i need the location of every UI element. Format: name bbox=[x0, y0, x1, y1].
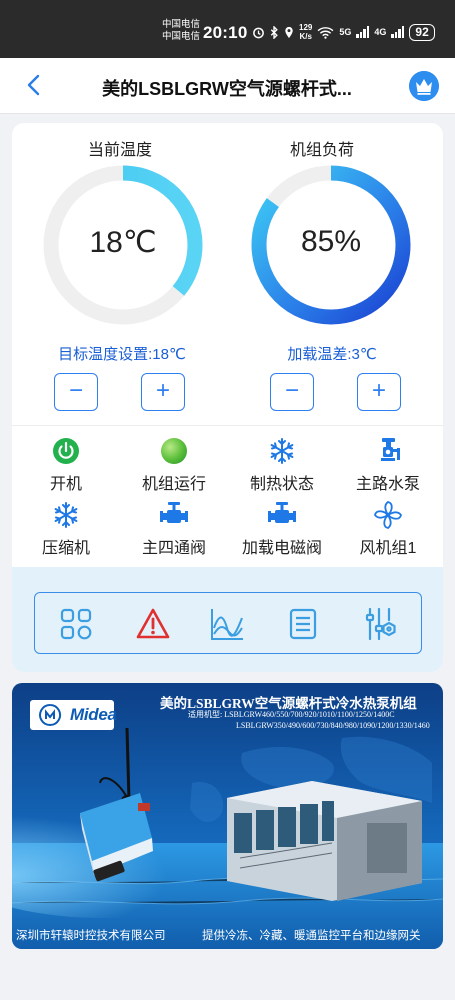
network-speed: 129 K/s bbox=[299, 23, 312, 41]
product-banner[interactable]: Midea 美的LSBLGRW空气源螺杆式冷水热泵机组 适用机型: LSBLGR… bbox=[12, 683, 443, 949]
signal-icon-2 bbox=[391, 26, 405, 38]
running-indicator-icon bbox=[161, 438, 187, 464]
banner-models-line-1: 适用机型: LSBLGRW460/550/700/920/1010/1100/1… bbox=[188, 710, 395, 719]
banner-company: 深圳市轩辕时控技术有限公司 bbox=[16, 930, 166, 942]
status-label-heating: 制热状态 bbox=[249, 476, 314, 493]
location-icon bbox=[285, 26, 293, 38]
settings-button[interactable] bbox=[362, 606, 398, 642]
midea-logo-icon bbox=[39, 704, 62, 726]
function-toolbar bbox=[34, 592, 422, 654]
brand-logo: Midea bbox=[30, 700, 117, 730]
carrier-label-1: 中国电信 bbox=[162, 19, 201, 30]
target-temp-setting-label: 目标温度设置:18℃ bbox=[58, 346, 186, 363]
grid-icon bbox=[60, 608, 92, 640]
target-temp-increase-button[interactable]: + bbox=[141, 373, 185, 411]
status-item-compressor: 压缩机 bbox=[16, 500, 116, 558]
carrier-info: 中国电信 中国电信 bbox=[162, 19, 200, 43]
clock: 20:10 bbox=[203, 23, 248, 42]
status-item-loading-solenoid: 加载电磁阀 bbox=[232, 500, 332, 558]
settings-sliders-icon bbox=[365, 607, 396, 641]
records-button[interactable] bbox=[285, 606, 321, 642]
status-label-loading-solenoid: 加载电磁阀 bbox=[241, 540, 322, 557]
nav-bar: 美的LSBLGRW空气源螺杆式... bbox=[0, 58, 455, 114]
valve-icon bbox=[160, 502, 188, 523]
load-diff-increase-button[interactable]: + bbox=[357, 373, 401, 411]
status-item-power: 开机 bbox=[16, 436, 116, 494]
alarm-button[interactable] bbox=[135, 606, 171, 642]
status-label-four-way-valve: 主四通阀 bbox=[141, 540, 206, 557]
toolbar-area bbox=[12, 567, 443, 672]
target-temp-decrease-button[interactable]: − bbox=[54, 373, 98, 411]
document-list-icon bbox=[289, 608, 317, 640]
load-temp-diff-label: 加载温差:3℃ bbox=[287, 346, 377, 363]
alarm-clock-icon bbox=[253, 27, 264, 38]
banner-models-line-2: LSBLGRW350/490/600/730/840/980/1090/1200… bbox=[236, 720, 430, 730]
current-temp-value: 18℃ bbox=[89, 226, 157, 259]
back-button[interactable] bbox=[22, 72, 48, 98]
wifi-icon bbox=[317, 26, 334, 39]
status-label-power: 开机 bbox=[49, 476, 82, 493]
status-label-main-pump: 主路水泵 bbox=[355, 476, 420, 493]
net-speed-value: 129 bbox=[299, 23, 313, 32]
current-temp-label: 当前温度 bbox=[87, 142, 152, 159]
power-icon bbox=[53, 438, 79, 464]
banner-title: 美的LSBLGRW空气源螺杆式冷水热泵机组 bbox=[160, 696, 417, 711]
status-item-main-pump: 主路水泵 bbox=[338, 436, 438, 494]
page-title: 美的LSBLGRW空气源螺杆式... bbox=[102, 79, 352, 99]
status-label-fan-group-1: 风机组1 bbox=[359, 540, 417, 557]
network-type-1: 5G bbox=[339, 27, 352, 37]
status-item-four-way-valve: 主四通阀 bbox=[124, 500, 224, 558]
net-speed-unit: K/s bbox=[299, 32, 312, 41]
status-item-heating: 制热状态 bbox=[232, 436, 332, 494]
network-type-2: 4G bbox=[374, 27, 387, 37]
trend-chart-button[interactable] bbox=[209, 606, 245, 642]
brand-logo-text: Midea bbox=[70, 705, 117, 724]
vip-button[interactable] bbox=[409, 71, 439, 101]
snowflake-icon bbox=[54, 502, 78, 528]
load-diff-decrease-button[interactable]: − bbox=[270, 373, 314, 411]
status-label-compressor: 压缩机 bbox=[41, 540, 90, 557]
signal-icon-1 bbox=[356, 26, 370, 38]
fan-icon bbox=[374, 501, 402, 529]
valve-icon bbox=[268, 502, 296, 523]
line-chart-icon bbox=[211, 609, 243, 640]
alarm-warning-icon bbox=[136, 608, 170, 639]
snowflake-icon bbox=[270, 438, 294, 464]
divider bbox=[12, 425, 443, 426]
status-item-fan-group-1: 风机组1 bbox=[338, 500, 438, 558]
status-icons: 129 K/s 5G 4G 92 bbox=[252, 23, 435, 41]
unit-load-label: 机组负荷 bbox=[289, 142, 354, 159]
water-pump-icon bbox=[381, 438, 400, 461]
banner-slogan: 提供冷冻、冷藏、暖通监控平台和边缘网关 bbox=[202, 930, 421, 942]
banner-models: 适用机型: LSBLGRW460/550/700/920/1010/1100/1… bbox=[188, 710, 430, 731]
status-item-unit-running: 机组运行 bbox=[124, 436, 224, 494]
status-bar: 中国电信 中国电信 20:10 129 K/s 5G 4G 92 bbox=[0, 0, 455, 58]
unit-load-value: 85% bbox=[300, 225, 362, 258]
status-label-unit-running: 机组运行 bbox=[141, 476, 206, 493]
carrier-label-2: 中国电信 bbox=[162, 31, 201, 42]
chevron-left-icon bbox=[27, 74, 40, 96]
bluetooth-icon bbox=[270, 25, 278, 39]
battery-indicator: 92 bbox=[409, 23, 435, 41]
control-panel-card: 当前温度 机组负荷 18℃ 85% 目标温度设置:18℃ 加载温差:3℃ − +… bbox=[12, 123, 443, 672]
overview-button[interactable] bbox=[58, 606, 94, 642]
